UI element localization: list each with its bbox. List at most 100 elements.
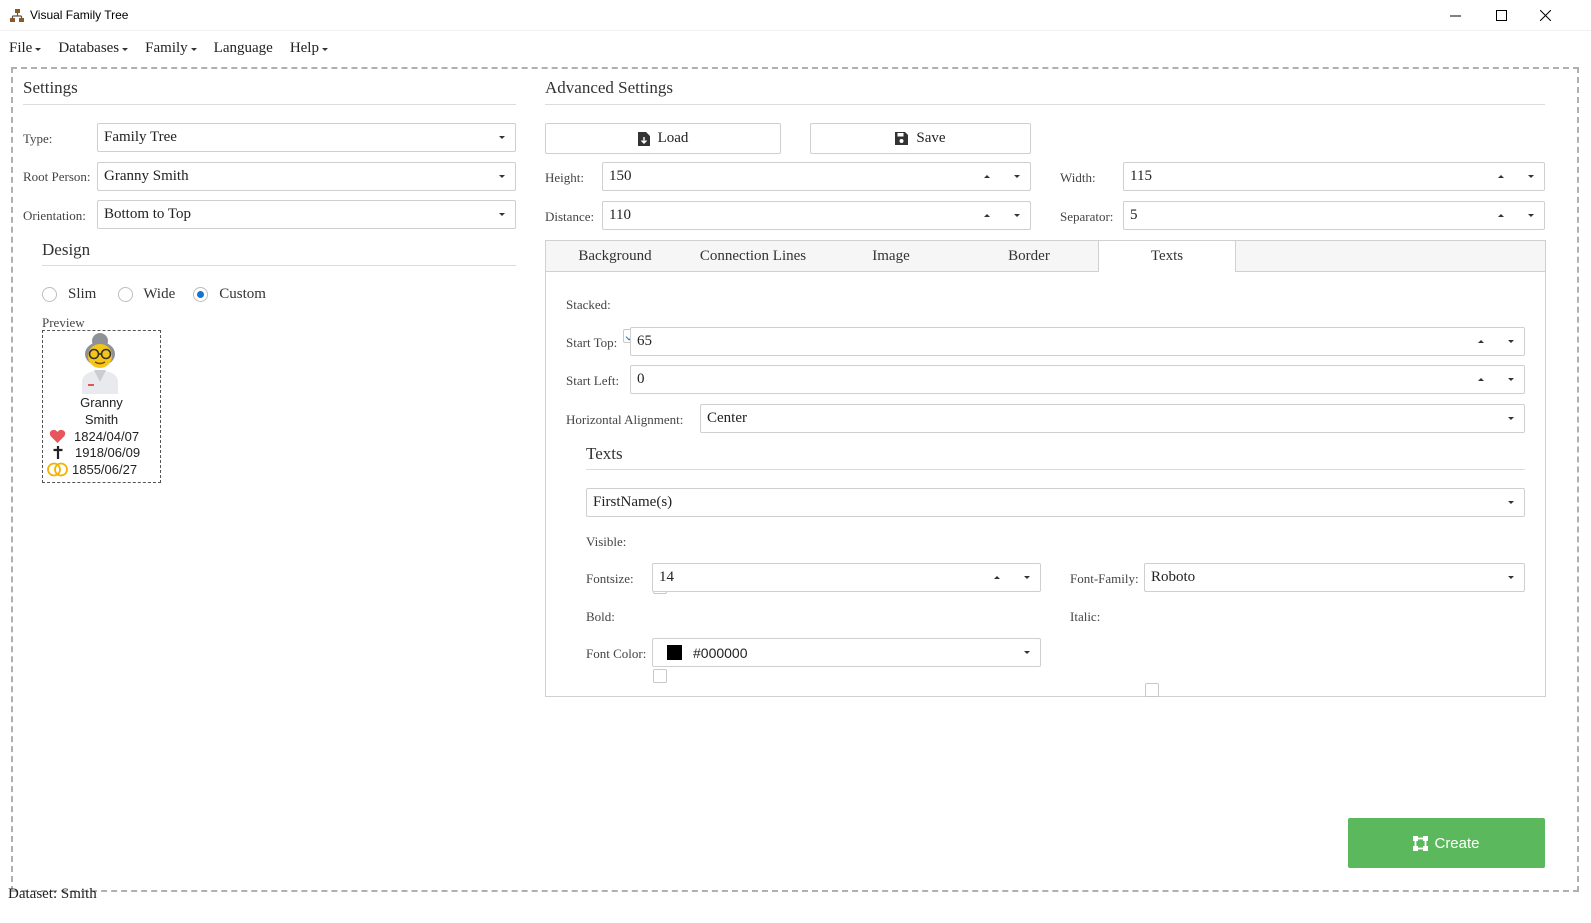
font-color-value: #000000 — [693, 644, 748, 661]
tab-texts[interactable]: Texts — [1098, 241, 1236, 272]
load-button[interactable]: Load — [545, 123, 781, 154]
tab-border[interactable]: Border — [960, 241, 1098, 271]
texts-section-title: Texts — [586, 444, 623, 463]
tab-connection-lines[interactable]: Connection Lines — [684, 241, 822, 271]
root-person-label: Root Person: — [23, 169, 91, 184]
distance-spinner[interactable]: 110 — [602, 201, 1031, 230]
type-select[interactable]: Family Tree — [97, 123, 516, 152]
chevron-down-icon — [1508, 417, 1514, 420]
chevron-down-icon — [1508, 501, 1514, 504]
chevron-up-icon[interactable] — [1478, 340, 1484, 343]
chevron-up-icon[interactable] — [984, 214, 990, 217]
app-tree-icon — [10, 9, 24, 22]
preview-label: Preview — [42, 315, 85, 330]
create-button[interactable]: Create — [1348, 818, 1545, 868]
chevron-down-icon[interactable] — [1014, 214, 1020, 217]
horizontal-alignment-value: Center — [707, 410, 747, 426]
chevron-down-icon — [35, 48, 42, 51]
preview-card: Granny Smith 1824/04/07 1918/06/09 1855/… — [42, 330, 161, 483]
tab-background[interactable]: Background — [546, 241, 684, 271]
horizontal-alignment-label: Horizontal Alignment: — [566, 412, 684, 427]
save-label: Save — [916, 130, 946, 146]
design-wide-radio[interactable] — [118, 287, 134, 302]
chevron-up-icon[interactable] — [994, 576, 1000, 579]
design-slim-label: Slim — [68, 286, 97, 302]
design-divider — [42, 265, 516, 266]
minimize-button[interactable] — [1432, 0, 1478, 31]
chevron-down-icon[interactable] — [1528, 175, 1534, 178]
start-top-spinner[interactable]: 65 — [630, 327, 1525, 356]
height-label: Height: — [545, 170, 584, 185]
bold-checkbox[interactable] — [653, 669, 667, 683]
menu-help[interactable]: Help — [289, 40, 329, 57]
design-slim-radio[interactable] — [42, 287, 57, 302]
root-person-select[interactable]: Granny Smith — [97, 162, 516, 191]
horizontal-alignment-select[interactable]: Center — [700, 404, 1525, 433]
chevron-down-icon[interactable] — [1508, 340, 1514, 343]
menu-databases[interactable]: Databases — [57, 40, 129, 57]
file-import-icon — [637, 131, 650, 146]
floppy-disk-icon — [895, 132, 909, 145]
save-button[interactable]: Save — [810, 123, 1031, 154]
design-title: Design — [42, 240, 91, 259]
menu-family[interactable]: Family — [144, 40, 198, 57]
distance-label: Distance: — [545, 209, 595, 224]
menu-language[interactable]: Language — [213, 40, 274, 57]
font-family-select[interactable]: Roboto — [1144, 563, 1525, 592]
tab-panel: Background Connection Lines Image Border… — [545, 240, 1546, 697]
advanced-settings-title: Advanced Settings — [545, 78, 673, 97]
title-bar: Visual Family Tree — [0, 0, 1591, 31]
cross-icon — [53, 446, 63, 459]
design-custom-label: Custom — [219, 286, 266, 302]
preview-death-date: 1918/06/09 — [75, 445, 141, 460]
close-button[interactable] — [1522, 0, 1568, 31]
menu-databases-label: Databases — [58, 39, 120, 56]
chevron-down-icon[interactable] — [1024, 576, 1030, 579]
root-person-value: Granny Smith — [104, 168, 189, 184]
menu-file[interactable]: File — [8, 40, 42, 57]
font-color-select[interactable]: #000000 — [652, 638, 1041, 667]
chevron-up-icon[interactable] — [1498, 175, 1504, 178]
chevron-down-icon — [499, 136, 505, 139]
italic-label: Italic: — [1070, 609, 1101, 624]
tab-image[interactable]: Image — [822, 241, 960, 271]
minimize-icon — [1449, 15, 1461, 17]
preview-last-name: Smith — [84, 412, 119, 427]
tab-bar-filler — [1236, 241, 1545, 271]
separator-label: Separator: — [1060, 209, 1114, 224]
font-family-label: Font-Family: — [1070, 571, 1139, 586]
type-label: Type: — [23, 131, 53, 146]
maximize-button[interactable] — [1478, 0, 1524, 31]
chevron-up-icon[interactable] — [984, 175, 990, 178]
fontsize-spinner[interactable]: 14 — [652, 563, 1041, 592]
chevron-up-icon[interactable] — [1498, 214, 1504, 217]
design-custom-radio[interactable] — [193, 287, 209, 302]
width-spinner[interactable]: 115 — [1123, 162, 1545, 191]
chevron-down-icon — [499, 175, 505, 178]
separator-value: 5 — [1130, 207, 1138, 223]
chevron-down-icon — [1024, 651, 1030, 654]
preview-marriage-date: 1855/06/27 — [72, 462, 138, 477]
italic-checkbox[interactable] — [1145, 683, 1159, 697]
design-options: Slim Wide Custom — [42, 286, 266, 303]
start-left-spinner[interactable]: 0 — [630, 365, 1525, 394]
preview-first-name: Granny — [80, 395, 123, 410]
chevron-down-icon[interactable] — [1528, 214, 1534, 217]
grandmother-avatar-icon — [82, 333, 118, 394]
fontsize-label: Fontsize: — [586, 571, 634, 586]
height-spinner[interactable]: 150 — [602, 162, 1031, 191]
chevron-down-icon[interactable] — [1014, 175, 1020, 178]
separator-spinner[interactable]: 5 — [1123, 201, 1545, 230]
start-left-value: 0 — [637, 371, 645, 387]
maximize-icon — [1495, 10, 1507, 21]
chevron-up-icon[interactable] — [1478, 378, 1484, 381]
create-diagram-icon — [1413, 835, 1429, 851]
orientation-select[interactable]: Bottom to Top — [97, 200, 516, 229]
start-left-label: Start Left: — [566, 373, 620, 388]
menu-file-label: File — [9, 39, 33, 56]
text-field-select[interactable]: FirstName(s) — [586, 488, 1525, 517]
chevron-down-icon[interactable] — [1508, 378, 1514, 381]
chevron-down-icon — [122, 48, 129, 51]
load-label: Load — [657, 130, 689, 146]
chevron-down-icon — [321, 48, 328, 51]
